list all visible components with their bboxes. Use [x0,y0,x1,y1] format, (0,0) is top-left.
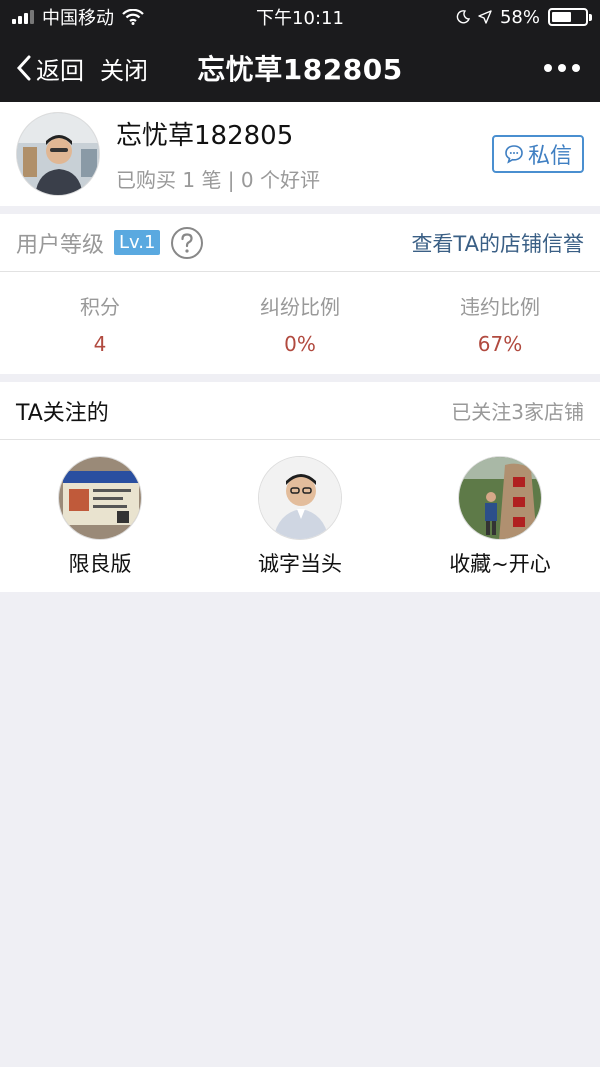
profile-card: 忘忧草182805 已购买 1 笔 | 0 个好评 私信 [0,102,600,206]
level-badge: Lv.1 [114,230,161,255]
stats-row: 积分 4 纠纷比例 0% 违约比例 67% [0,272,600,374]
stat-value: 4 [93,331,107,356]
nav-bar: 返回 关闭 忘忧草182805 [0,34,600,102]
message-button[interactable]: 私信 [491,135,584,173]
stat-dispute-ratio: 纠纷比例 0% [200,272,400,374]
stat-default-ratio: 违约比例 67% [400,272,600,374]
shop-item[interactable]: 限良版 [0,456,200,578]
shop-avatar[interactable] [258,456,342,540]
shop-avatar[interactable] [58,456,142,540]
stat-label: 积分 [80,294,120,319]
clock: 下午10:11 [256,8,344,29]
wifi-icon [122,9,144,25]
battery-percent: 58% [499,6,540,28]
followed-shops: 限良版 诚字当头 收藏~开心 [0,440,600,592]
carrier-label: 中国移动 [42,8,114,29]
message-button-label: 私信 [527,144,572,169]
moon-icon [456,10,470,24]
shop-name: 收藏~开心 [449,552,551,576]
shop-name: 限良版 [68,552,132,576]
stat-points: 积分 4 [0,272,200,374]
stat-label: 违约比例 [460,294,540,319]
avatar[interactable] [16,112,100,196]
more-icon[interactable] [544,64,580,72]
status-bar: 中国移动 下午10:11 58% [0,0,600,34]
store-credit-link[interactable]: 查看TA的店铺信誉 [411,228,584,258]
chat-bubble-icon [505,145,523,164]
shop-avatar[interactable] [458,456,542,540]
following-count[interactable]: 已关注3家店铺 [451,396,584,425]
purchase-stats: 已购买 1 笔 | 0 个好评 [116,168,320,192]
shop-item[interactable]: 诚字当头 [200,456,400,578]
stat-label: 纠纷比例 [260,294,340,319]
level-section: 用户等级 Lv.1 查看TA的店铺信誉 积分 4 纠纷比例 0% 违约比例 67… [0,214,600,374]
following-title: TA关注的 [16,400,109,426]
battery-icon [547,8,592,26]
back-label: 返回 [36,56,84,85]
stat-value: 67% [477,331,523,356]
question-icon[interactable] [170,226,204,260]
page-title: 忘忧草182805 [197,53,403,86]
chevron-left-icon [16,55,31,81]
signal-icon [12,10,34,24]
user-level-label: 用户等级 [16,232,105,258]
back-button[interactable]: 返回 [0,51,84,86]
shop-item[interactable]: 收藏~开心 [400,456,600,578]
stat-value: 0% [284,331,316,356]
user-name: 忘忧草182805 [116,121,294,151]
shop-name: 诚字当头 [258,552,342,576]
location-arrow-icon [478,10,492,24]
close-button[interactable]: 关闭 [100,51,148,86]
following-section: TA关注的 已关注3家店铺 限良版 诚字当头 收藏~开心 [0,382,600,592]
